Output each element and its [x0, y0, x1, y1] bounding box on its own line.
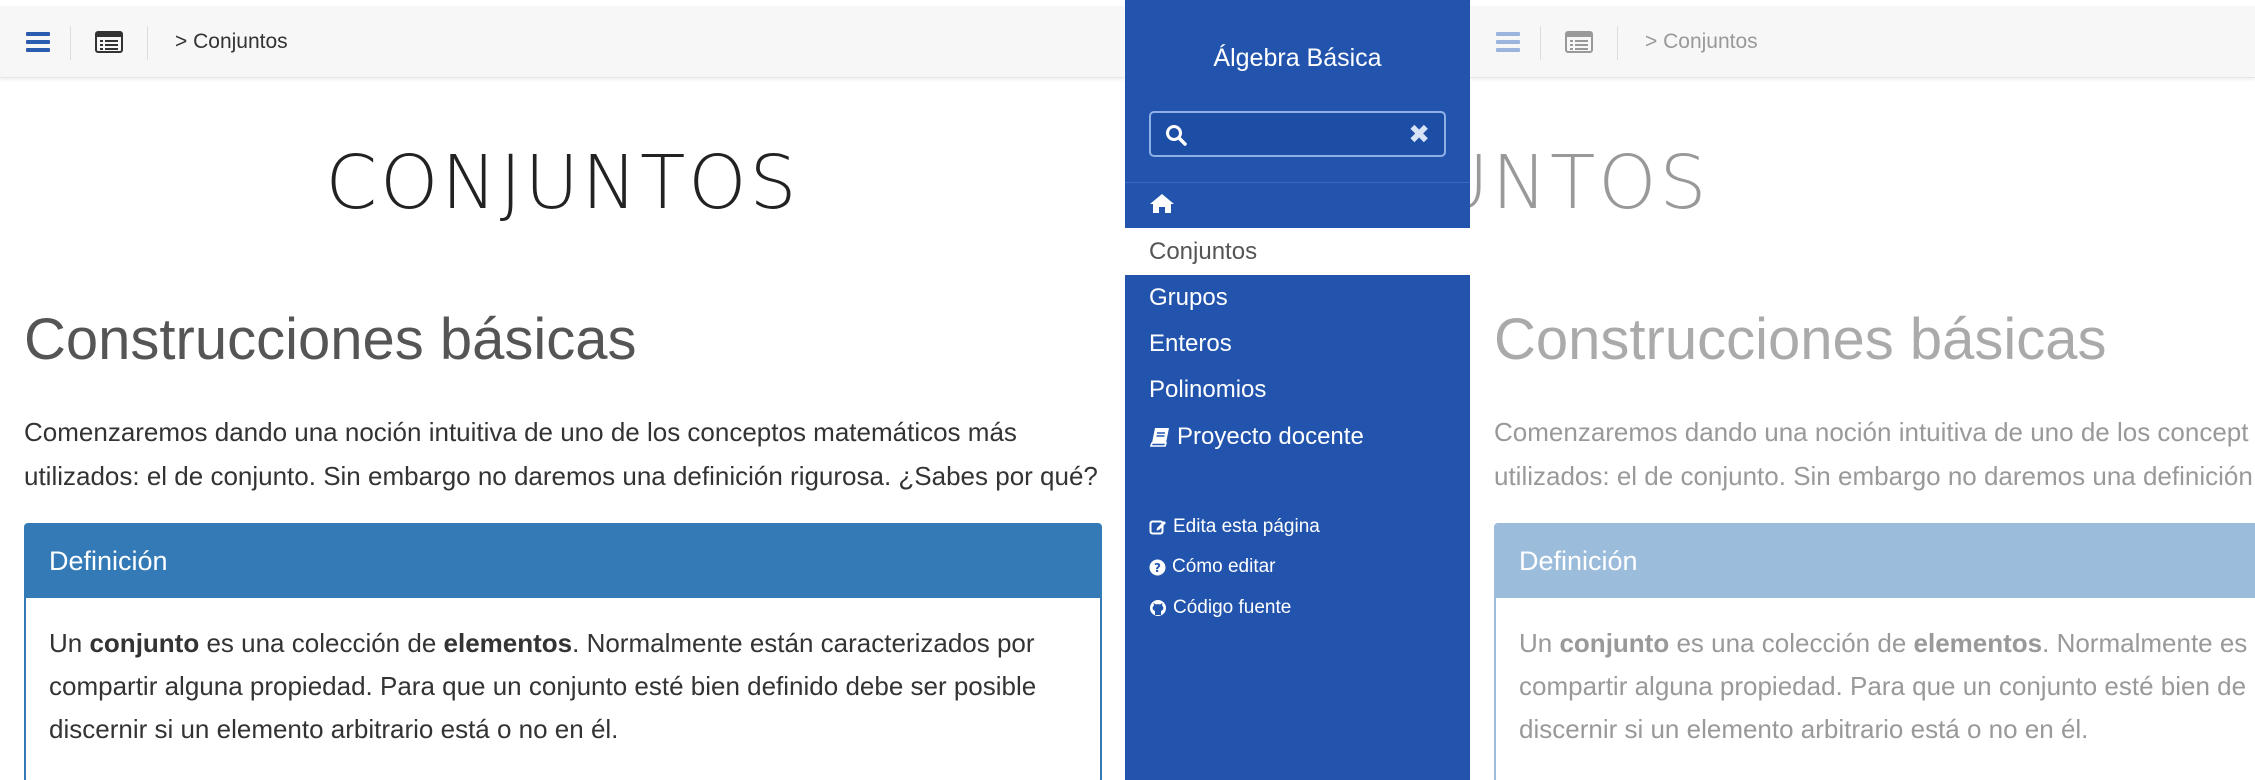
question-circle-icon: ?: [1149, 559, 1166, 575]
term-elementos: elementos: [1913, 628, 2043, 658]
toolbar-divider: [1617, 26, 1618, 60]
search-input[interactable]: [1199, 119, 1399, 149]
definition-box: Definición Un conjunto es una colección …: [24, 523, 1102, 780]
definition-body: Un conjunto es una colección de elemento…: [1496, 598, 2255, 775]
how-to-edit-label: Cómo editar: [1172, 556, 1276, 577]
book-icon: [1149, 427, 1169, 447]
edit-page-label: Edita esta página: [1173, 516, 1320, 537]
definition-text: compartir alguna propiedad. Para que un …: [1519, 671, 2247, 701]
intro-line-2: utilizados: el de conjunto. Sin embargo …: [24, 461, 1098, 491]
intro-line-2: utilizados: el de conjunto. Sin embargo …: [1494, 461, 2253, 491]
term-conjunto: conjunto: [89, 628, 200, 658]
search-icon: [1166, 125, 1187, 146]
page-title: CONJUNTOS: [1470, 140, 1710, 226]
toolbar-divider: [147, 26, 148, 60]
top-bar: > Conjuntos: [1470, 6, 2255, 78]
svg-text:?: ?: [1154, 561, 1161, 575]
hamburger-icon: [26, 30, 50, 54]
how-to-edit-link[interactable]: ? Cómo editar: [1149, 556, 1276, 578]
definition-header: Definición: [26, 525, 1100, 598]
intro-paragraph: Comenzaremos dando una noción intuitiva …: [24, 410, 1104, 498]
dimmed-page-pane: > Conjuntos CONJUNTOS Construcciones bás…: [1470, 0, 2255, 780]
intro-line-1: Comenzaremos dando una noción intuitiva …: [1494, 417, 2249, 447]
list-icon: [1565, 31, 1593, 53]
toc-button[interactable]: [1558, 6, 1600, 78]
sidebar-item-enteros[interactable]: Enteros: [1125, 320, 1470, 367]
intro-line-1: Comenzaremos dando una noción intuitiva …: [24, 417, 1017, 447]
github-icon: [1150, 600, 1166, 616]
breadcrumb: > Conjuntos: [175, 30, 288, 53]
term-conjunto: conjunto: [1559, 628, 1670, 658]
definition-text: es una colección de: [1669, 628, 1914, 658]
top-bar: > Conjuntos: [0, 6, 1125, 78]
home-link[interactable]: [1149, 192, 1189, 222]
search-box: ✖: [1149, 111, 1446, 157]
intro-paragraph: Comenzaremos dando una noción intuitiva …: [1494, 410, 2255, 498]
hamburger-icon: [1496, 30, 1520, 54]
definition-header: Definición: [1496, 525, 2255, 598]
menu-toggle-button[interactable]: [18, 6, 58, 78]
term-elementos: elementos: [443, 628, 573, 658]
definition-text: discernir si un elemento arbitrario está…: [49, 714, 619, 744]
toolbar-divider: [1540, 26, 1541, 60]
definition-text: . Normalmente están caracterizados por: [572, 628, 1035, 658]
definition-text: discernir si un elemento arbitrario está…: [1519, 714, 2089, 744]
definition-text: Un: [49, 628, 90, 658]
toc-button[interactable]: [88, 6, 130, 78]
sidebar-item-label: Proyecto docente: [1177, 422, 1364, 450]
home-icon: [1150, 194, 1174, 213]
sidebar: Álgebra Básica ✖ Conjuntos Grupos Entero…: [1125, 0, 1470, 780]
source-code-link[interactable]: Código fuente: [1149, 597, 1291, 619]
definition-text: Un: [1519, 628, 1560, 658]
sidebar-item-conjuntos[interactable]: Conjuntos: [1125, 228, 1470, 275]
sidebar-item-grupos[interactable]: Grupos: [1125, 274, 1470, 321]
sidebar-title[interactable]: Álgebra Básica: [1125, 44, 1470, 73]
definition-box: Definición Un conjunto es una colección …: [1494, 523, 2255, 780]
edit-icon: [1149, 520, 1166, 535]
definition-text: compartir alguna propiedad. Para que un …: [49, 671, 1037, 701]
definition-text: es una colección de: [199, 628, 444, 658]
definition-body: Un conjunto es una colección de elemento…: [26, 598, 1100, 775]
page-title: CONJUNTOS: [325, 140, 800, 226]
sidebar-item-proyecto-docente[interactable]: Proyecto docente: [1125, 413, 1470, 460]
section-heading: Construcciones básicas: [1494, 307, 2107, 372]
toolbar-divider: [70, 26, 71, 60]
section-heading: Construcciones básicas: [24, 307, 637, 372]
sidebar-item-polinomios[interactable]: Polinomios: [1125, 366, 1470, 413]
source-code-label: Código fuente: [1173, 597, 1292, 618]
clear-search-icon[interactable]: ✖: [1408, 120, 1430, 148]
sidebar-divider: [1125, 182, 1470, 183]
main-page-pane: > Conjuntos CONJUNTOS Construcciones bás…: [0, 0, 1125, 780]
edit-page-link[interactable]: Edita esta página: [1149, 516, 1320, 538]
definition-text: . Normalmente es: [2042, 628, 2248, 658]
list-icon: [95, 31, 123, 53]
menu-toggle-button[interactable]: [1488, 6, 1528, 78]
breadcrumb: > Conjuntos: [1645, 30, 1758, 53]
